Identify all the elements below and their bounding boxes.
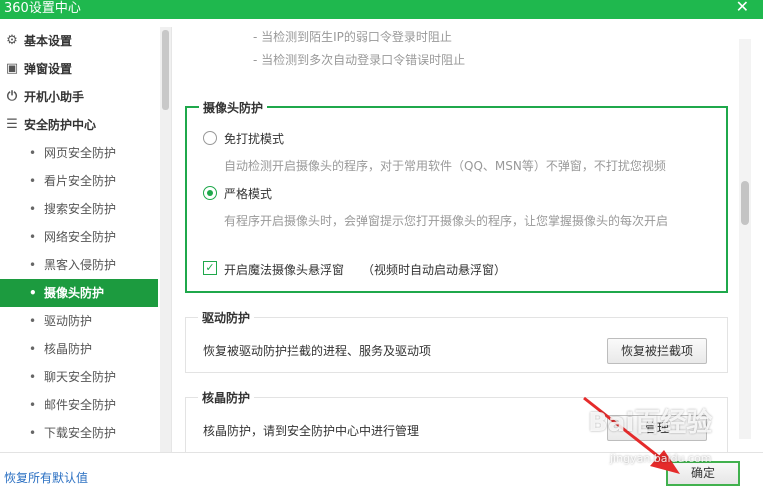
content-scrollbar[interactable] — [739, 39, 751, 439]
hint-text: - 当检测到陌生IP的弱口令登录时阻止 — [253, 30, 452, 44]
bullet: • — [29, 342, 37, 356]
bullet: • — [29, 398, 37, 412]
sidebar-item-core-protection[interactable]: • 核晶防护 — [0, 335, 158, 363]
checkbox-label[interactable]: 开启魔法摄像头悬浮窗 — [224, 261, 344, 278]
sidebar-item-popup-settings[interactable]: ▣ 弹窗设置 — [0, 55, 158, 83]
option-label[interactable]: 严格模式 — [224, 185, 272, 202]
group-title: 驱动防护 — [198, 309, 255, 326]
restore-defaults-link[interactable]: 恢复所有默认值 — [4, 469, 88, 486]
driver-protection-group: 驱动防护 恢复被驱动防护拦截的进程、服务及驱动项 恢复被拦截项 — [185, 309, 728, 373]
group-title: 摄像头防护 — [199, 99, 268, 116]
bullet: • — [29, 314, 37, 328]
sidebar-item-label: 核晶防护 — [44, 342, 93, 356]
baidu-watermark-url: jingyan.baidu.com — [610, 452, 712, 465]
option-description: 有程序开启摄像头时，会弹窗提示您打开摄像头的程序，让您掌握摄像头的每次开启 — [224, 214, 669, 228]
sidebar-item-download-protection[interactable]: • 下载安全防护 — [0, 419, 158, 447]
sidebar-scrollbar-thumb[interactable] — [162, 30, 169, 110]
checkbox-note: （视频时自动启动悬浮窗） — [362, 263, 507, 277]
sidebar-item-chat-protection[interactable]: • 聊天安全防护 — [0, 363, 158, 391]
window-icon: ▣ — [5, 61, 19, 76]
sidebar-item-label: 网络安全防护 — [44, 230, 117, 244]
sidebar-item-network-protection[interactable]: • 网络安全防护 — [0, 223, 158, 251]
sidebar-item-label: 驱动防护 — [44, 314, 93, 328]
sidebar-item-label: 弹窗设置 — [24, 62, 73, 76]
bullet: • — [29, 202, 37, 216]
bullet: • — [29, 286, 37, 300]
sidebar-item-security-center[interactable]: ☰ 安全防护中心 — [0, 111, 158, 139]
sidebar-item-label: 看片安全防护 — [44, 174, 117, 188]
sidebar-item-hacker-protection[interactable]: • 黑客入侵防护 — [0, 251, 158, 279]
sidebar-item-label: 安全防护中心 — [24, 118, 97, 132]
settings-panel: - 当检测到陌生IP的弱口令登录时阻止 - 当检测到多次自动登录口令错误时阻止 … — [173, 27, 763, 452]
sidebar-item-label: 邮件安全防护 — [44, 398, 117, 412]
list-icon: ☰ — [6, 117, 18, 132]
sidebar-item-driver-protection[interactable]: • 驱动防护 — [0, 307, 158, 335]
bullet: • — [29, 426, 37, 440]
sidebar-item-search-protection[interactable]: • 搜索安全防护 — [0, 195, 158, 223]
sidebar-item-label: 搜索安全防护 — [44, 202, 117, 216]
camera-protection-group: 摄像头防护 免打扰模式 自动检测开启摄像头的程序，对于常用软件（QQ、MSN等）… — [185, 99, 728, 293]
baidu-watermark: Bai百经验 — [588, 408, 713, 438]
sidebar-item-boot-helper[interactable]: ⏻ 开机小助手 — [0, 83, 158, 111]
bullet: • — [29, 258, 37, 272]
sidebar-item-basic-settings[interactable]: ⚙ 基本设置 — [0, 27, 158, 55]
sidebar-scrollbar[interactable] — [160, 27, 171, 452]
content-scrollbar-thumb[interactable] — [741, 181, 749, 225]
group-description: 恢复被驱动防护拦截的进程、服务及驱动项 — [203, 344, 432, 358]
group-description: 核晶防护，请到安全防护中心中进行管理 — [203, 424, 420, 438]
option-description: 自动检测开启摄像头的程序，对于常用软件（QQ、MSN等）不弹窗，不打扰您视频 — [224, 159, 666, 173]
sidebar-item-mail-protection[interactable]: • 邮件安全防护 — [0, 391, 158, 419]
hint-text: - 当检测到多次自动登录口令错误时阻止 — [253, 53, 466, 67]
sidebar-item-web-protection[interactable]: • 网页安全防护 — [0, 139, 158, 167]
no-disturb-radio[interactable] — [203, 131, 217, 145]
bullet: • — [29, 174, 37, 188]
sidebar-item-label: 下载安全防护 — [44, 426, 117, 440]
strict-mode-radio[interactable] — [203, 186, 217, 200]
bullet: • — [29, 146, 37, 160]
close-icon[interactable]: ✕ — [736, 0, 749, 15]
gear-icon: ⚙ — [6, 33, 18, 48]
group-title: 核晶防护 — [198, 389, 255, 406]
sidebar: ⚙ 基本设置 ▣ 弹窗设置 ⏻ 开机小助手 ☰ 安全防护中心 • 网页安全防护 … — [0, 27, 172, 452]
window-title: 360设置中心 — [4, 1, 81, 16]
sidebar-item-label: 基本设置 — [24, 34, 73, 48]
sidebar-item-label: 开机小助手 — [24, 90, 85, 104]
sidebar-item-video-protection[interactable]: • 看片安全防护 — [0, 167, 158, 195]
bullet: • — [29, 370, 37, 384]
floating-window-checkbox[interactable]: ✓ — [203, 261, 217, 275]
bullet: • — [29, 230, 37, 244]
title-bar: 360设置中心 ✕ — [0, 0, 763, 19]
option-label[interactable]: 免打扰模式 — [224, 130, 284, 147]
restore-blocked-button[interactable]: 恢复被拦截项 — [607, 338, 707, 364]
power-icon: ⏻ — [6, 89, 18, 104]
sidebar-item-label: 聊天安全防护 — [44, 370, 117, 384]
sidebar-item-label: 黑客入侵防护 — [44, 258, 117, 272]
sidebar-item-label: 网页安全防护 — [44, 146, 117, 160]
sidebar-item-label: 摄像头防护 — [44, 286, 105, 300]
sidebar-item-camera-protection[interactable]: • 摄像头防护 — [0, 279, 158, 307]
